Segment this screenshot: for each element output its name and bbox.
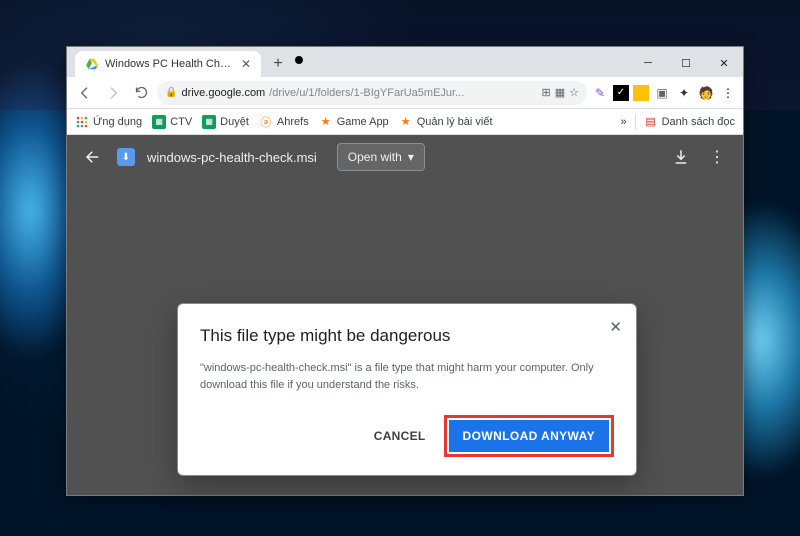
- close-dialog-button[interactable]: ✕: [609, 318, 622, 336]
- drive-file-viewer: ⬇ windows-pc-health-check.msi Open with …: [67, 135, 743, 495]
- sheets-icon: ▦: [202, 115, 216, 129]
- apps-label: Ứng dụng: [93, 116, 142, 128]
- divider: [635, 114, 636, 130]
- qr-icon[interactable]: ▦: [555, 86, 565, 99]
- reading-list-button[interactable]: ▤ Danh sách đọc: [644, 115, 735, 129]
- browser-menu-icon[interactable]: ⋮: [719, 84, 737, 102]
- lock-icon: 🔒: [165, 87, 177, 98]
- extension-icons: ✎ ✓ ▣ ✦ 🧑 ⋮: [591, 84, 737, 102]
- apps-shortcut[interactable]: Ứng dụng: [75, 115, 142, 129]
- bookmarks-overflow-icon[interactable]: »: [620, 116, 626, 128]
- reading-list-icon: ▤: [644, 115, 658, 129]
- window-controls: ─ ☐ ✕: [629, 49, 743, 77]
- bookmarks-bar: Ứng dụng ▦ CTV ▦ Duyệt ⓐ Ahrefs ★ Game App ★…: [67, 109, 743, 135]
- close-tab-icon[interactable]: ✕: [241, 57, 251, 71]
- extension-icon[interactable]: ✎: [591, 84, 609, 102]
- star-icon: ★: [399, 115, 413, 129]
- recording-indicator-icon: [295, 56, 303, 64]
- new-tab-button[interactable]: +: [267, 53, 289, 75]
- profile-avatar[interactable]: 🧑: [697, 84, 715, 102]
- star-icon[interactable]: ☆: [569, 86, 579, 99]
- highlight-box: DOWNLOAD ANYWAY: [444, 415, 614, 457]
- bookmark-item[interactable]: ★ Game App: [319, 115, 389, 129]
- cancel-button[interactable]: CANCEL: [370, 421, 430, 451]
- browser-tab[interactable]: Windows PC Health Check - Goo ✕: [75, 51, 261, 77]
- download-warning-dialog: ✕ This file type might be dangerous "win…: [177, 303, 637, 476]
- extensions-menu-icon[interactable]: ✦: [675, 84, 693, 102]
- dialog-body: "windows-pc-health-check.msi" is a file …: [200, 360, 614, 393]
- dialog-title: This file type might be dangerous: [200, 326, 614, 346]
- bookmark-label: Game App: [337, 116, 389, 128]
- dialog-actions: CANCEL DOWNLOAD ANYWAY: [200, 415, 614, 457]
- star-icon: ★: [319, 115, 333, 129]
- close-window-button[interactable]: ✕: [705, 49, 743, 77]
- maximize-button[interactable]: ☐: [667, 49, 705, 77]
- minimize-button[interactable]: ─: [629, 49, 667, 77]
- bookmark-label: Duyệt: [220, 116, 249, 128]
- extension-icon[interactable]: ▣: [653, 84, 671, 102]
- address-bar[interactable]: 🔒 drive.google.com /drive/u/1/folders/1-…: [157, 81, 587, 105]
- tab-title: Windows PC Health Check - Goo: [105, 58, 235, 70]
- bookmark-label: CTV: [170, 116, 192, 128]
- sheets-icon: ▦: [152, 115, 166, 129]
- browser-toolbar: 🔒 drive.google.com /drive/u/1/folders/1-…: [67, 77, 743, 109]
- ahrefs-icon: ⓐ: [259, 115, 273, 129]
- bookmark-label: Ahrefs: [277, 116, 309, 128]
- reading-list-label: Danh sách đọc: [662, 116, 735, 128]
- bookmark-item[interactable]: ▦ Duyệt: [202, 115, 249, 129]
- translate-icon[interactable]: ⊞: [542, 86, 551, 99]
- download-anyway-button[interactable]: DOWNLOAD ANYWAY: [449, 420, 609, 452]
- bookmark-item[interactable]: ⓐ Ahrefs: [259, 115, 309, 129]
- bookmark-label: Quản lý bài viết: [417, 116, 493, 128]
- forward-button[interactable]: [101, 81, 125, 105]
- tab-strip: Windows PC Health Check - Goo ✕ + ─ ☐ ✕: [67, 47, 743, 77]
- bookmark-item[interactable]: ▦ CTV: [152, 115, 192, 129]
- url-path: /drive/u/1/folders/1-BIgYFarUa5mEJur...: [269, 87, 464, 99]
- bookmark-item[interactable]: ★ Quản lý bài viết: [399, 115, 493, 129]
- extension-icon[interactable]: [633, 85, 649, 101]
- reload-button[interactable]: [129, 81, 153, 105]
- url-host: drive.google.com: [181, 87, 265, 99]
- back-button[interactable]: [73, 81, 97, 105]
- apps-icon: [75, 115, 89, 129]
- browser-window: Windows PC Health Check - Goo ✕ + ─ ☐ ✕ …: [66, 46, 744, 496]
- drive-favicon: [85, 57, 99, 71]
- extension-icon[interactable]: ✓: [613, 85, 629, 101]
